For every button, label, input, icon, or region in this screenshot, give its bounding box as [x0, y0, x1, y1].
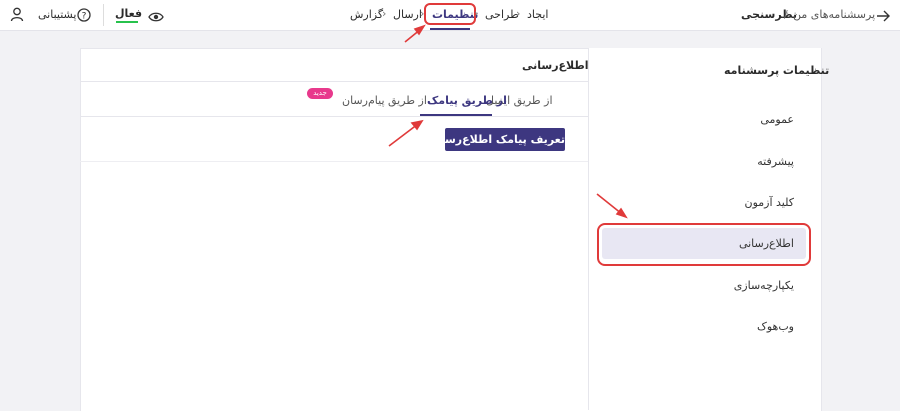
annotation-arrows: [388, 24, 628, 219]
